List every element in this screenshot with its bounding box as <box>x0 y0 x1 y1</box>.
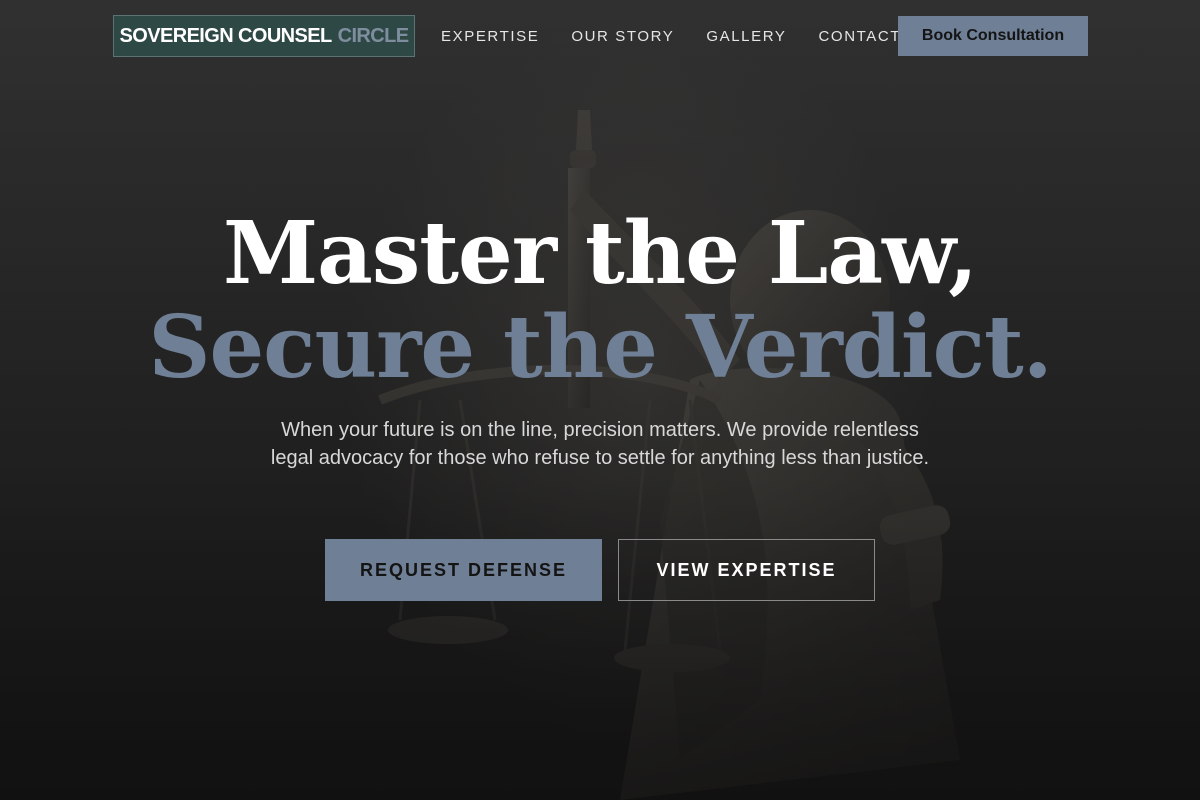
nav-link-expertise[interactable]: EXPERTISE <box>441 28 539 45</box>
hero-subtext: When your future is on the line, precisi… <box>270 419 930 469</box>
book-consultation-button[interactable]: Book Consultation <box>898 16 1088 56</box>
hero-headline-line-2: Secure the Verdict. <box>148 297 1052 398</box>
main-navigation: EXPERTISE OUR STORY GALLERY CONTACT <box>441 28 933 45</box>
nav-link-contact[interactable]: CONTACT <box>819 28 902 45</box>
brand-name: SOVEREIGN COUNSEL <box>119 24 333 47</box>
nav-link-our-story[interactable]: OUR STORY <box>571 28 674 45</box>
view-expertise-button[interactable]: VIEW EXPERTISE <box>618 539 875 601</box>
brand-logo[interactable]: SOVEREIGN COUNSEL CIRCLE <box>113 15 415 57</box>
hero-section: Master the Law, Secure the Verdict. When… <box>0 0 1200 800</box>
site-header: SOVEREIGN COUNSEL CIRCLE EXPERTISE OUR S… <box>113 15 1088 57</box>
brand-accent: CIRCLE <box>337 24 409 47</box>
request-defense-button[interactable]: REQUEST DEFENSE <box>325 539 602 601</box>
hero-headline-line-1: Master the Law, <box>222 203 978 304</box>
nav-link-gallery[interactable]: GALLERY <box>706 28 786 45</box>
